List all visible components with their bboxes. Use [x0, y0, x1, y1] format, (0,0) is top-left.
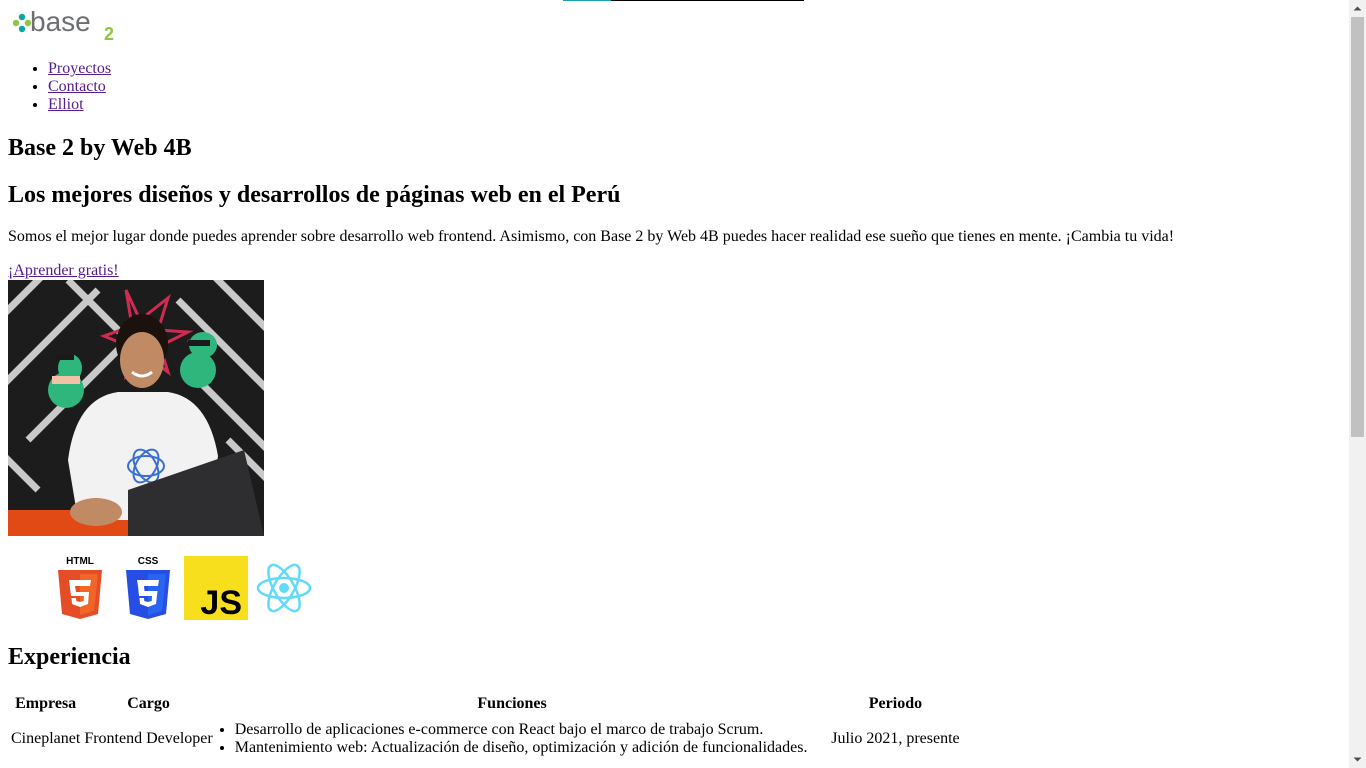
scroll-down-arrow-icon[interactable]	[1349, 751, 1366, 768]
scroll-up-arrow-icon[interactable]	[1349, 0, 1366, 17]
logo-text: base	[30, 6, 91, 37]
table-row: Cineplanet Frontend Developer Desarrollo…	[10, 720, 980, 758]
page-subtitle: Los mejores diseños y desarrollos de pág…	[8, 182, 621, 208]
javascript-icon-label: JS	[200, 584, 242, 620]
javascript-icon: JS	[184, 556, 248, 620]
list-item: Desarrollo de aplicaciones e-commerce co…	[235, 721, 808, 739]
cell-cargo: Frontend Developer	[84, 730, 213, 747]
column-header-periodo: Periodo	[868, 695, 923, 712]
nav-link-elliot[interactable]: Elliot	[48, 96, 84, 113]
experience-heading: Experiencia	[8, 644, 131, 670]
cell-periodo: Julio 2021, presente	[831, 730, 960, 747]
logo-subscript: 2	[104, 24, 114, 42]
html5-icon-label: HTML	[66, 556, 94, 567]
column-header-funciones: Funciones	[477, 695, 547, 712]
main-nav: Proyectos Contacto Elliot	[8, 60, 111, 114]
css3-icon-label: CSS	[138, 556, 159, 567]
page-content: base 2 Proyectos Contacto Elliot Base 2 …	[0, 0, 1350, 768]
experience-table: Empresa Cargo Funciones Periodo Cineplan…	[8, 688, 982, 760]
funciones-list: Desarrollo de aplicaciones e-commerce co…	[217, 721, 808, 757]
intro-paragraph: Somos el mejor lugar donde puedes aprend…	[8, 228, 1175, 245]
scrollbar-thumb[interactable]	[1351, 17, 1364, 437]
page-title: Base 2 by Web 4B	[8, 135, 192, 161]
nav-item-elliot: Elliot	[48, 96, 111, 114]
vertical-scrollbar[interactable]	[1349, 0, 1366, 768]
cell-funciones: Desarrollo de aplicaciones e-commerce co…	[216, 720, 809, 758]
learn-free-link[interactable]: ¡Aprender gratis!	[8, 262, 119, 280]
column-header-empresa: Empresa	[15, 695, 77, 712]
hero-photo	[8, 280, 264, 536]
html5-icon: HTML	[58, 556, 102, 619]
column-header-cargo: Cargo	[127, 695, 170, 712]
nav-link-contacto[interactable]: Contacto	[48, 78, 106, 95]
css3-icon: CSS	[126, 556, 170, 619]
react-icon	[256, 563, 312, 613]
table-header-row: Empresa Cargo Funciones Periodo	[10, 690, 980, 718]
list-item: Mantenimiento web: Actualización de dise…	[235, 739, 808, 757]
cell-empresa: Cineplanet	[11, 730, 81, 747]
nav-item-proyectos: Proyectos	[48, 60, 111, 78]
base2-logo[interactable]: base 2	[8, 6, 118, 42]
nav-link-proyectos[interactable]: Proyectos	[48, 60, 111, 77]
nav-item-contacto: Contacto	[48, 78, 111, 96]
